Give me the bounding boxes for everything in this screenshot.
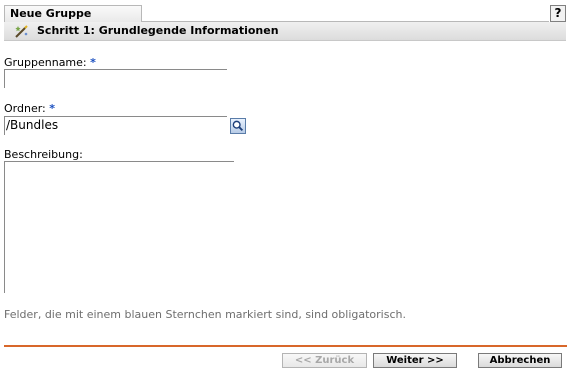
footer-divider	[4, 345, 567, 347]
wizard-wand-icon	[15, 25, 28, 38]
description-textarea[interactable]	[4, 161, 234, 293]
folder-input[interactable]: /Bundles	[4, 116, 227, 135]
next-button[interactable]: Weiter >>	[373, 353, 457, 368]
required-marker: *	[49, 102, 56, 115]
cancel-button[interactable]: Abbrechen	[478, 353, 562, 368]
required-fields-note: Felder, die mit einem blauen Sternchen m…	[4, 308, 406, 321]
step-title: Schritt 1: Grundlegende Informationen	[37, 24, 279, 37]
folder-label: Ordner: *	[4, 102, 56, 115]
browse-folder-button[interactable]	[230, 118, 246, 134]
group-name-label: Gruppenname: *	[4, 56, 96, 69]
description-label: Beschreibung:	[4, 148, 83, 161]
help-button[interactable]: ?	[550, 5, 566, 22]
group-name-input[interactable]	[4, 69, 227, 88]
magnifier-icon	[232, 120, 244, 132]
back-button[interactable]: << Zurück	[282, 353, 367, 368]
required-marker: *	[90, 56, 96, 69]
step-header: Schritt 1: Grundlegende Informationen	[4, 22, 566, 41]
dialog-title-tab: Neue Gruppe erstellen	[4, 5, 142, 36]
